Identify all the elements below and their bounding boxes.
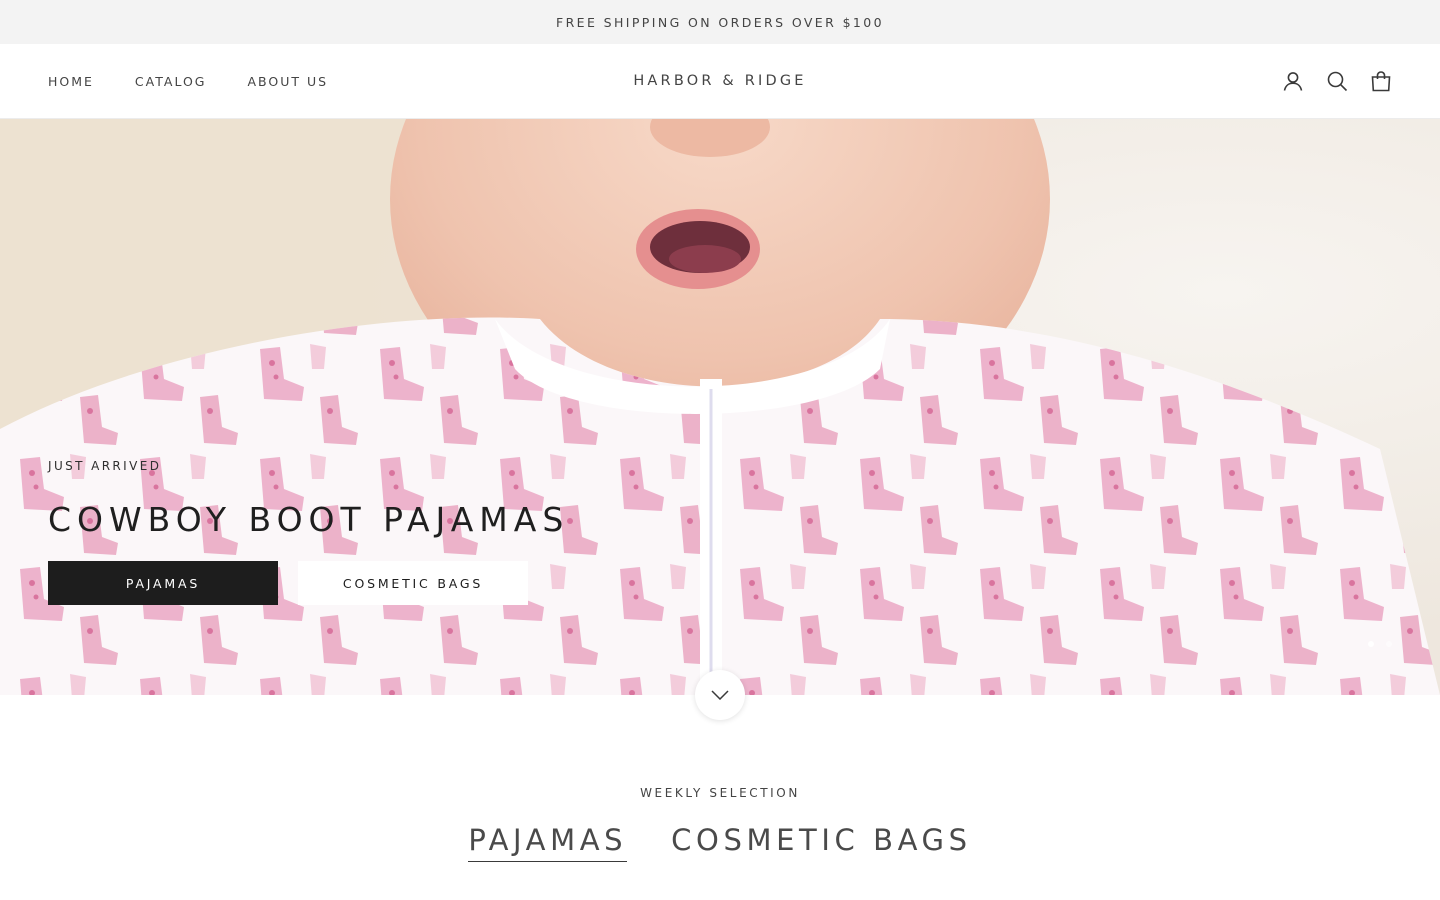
hero-buttons: PAJAMAS COSMETIC BAGS [48,561,569,605]
nav-catalog-link[interactable]: CATALOG [135,74,207,89]
slide-dot-2[interactable] [1386,641,1392,647]
tab-cosmetic-bags[interactable]: COSMETIC BAGS [671,823,971,862]
scroll-down-button[interactable] [695,670,745,720]
tab-pajamas[interactable]: PAJAMAS [468,823,628,862]
announcement-text: FREE SHIPPING ON ORDERS OVER $100 [556,14,884,30]
search-icon[interactable] [1326,70,1348,92]
hero-image [0,119,1440,695]
nav-home-link[interactable]: HOME [48,74,94,89]
announcement-bar: FREE SHIPPING ON ORDERS OVER $100 [0,0,1440,44]
collection-tabs: PAJAMAS COSMETIC BAGS [0,823,1440,862]
slide-dot-1[interactable] [1368,641,1374,647]
main-nav: HOME CATALOG ABOUT US [48,44,369,118]
nav-about-link[interactable]: ABOUT US [248,74,329,89]
site-header: HOME CATALOG ABOUT US HARBOR & RIDGE [0,44,1440,119]
hero-subheading: JUST ARRIVED [48,459,162,473]
header-actions [1282,44,1392,118]
store-logo[interactable]: HARBOR & RIDGE [633,73,806,89]
pajamas-button[interactable]: PAJAMAS [48,561,278,605]
chevron-down-icon [711,690,729,700]
slide-dots [1368,641,1392,647]
cosmetic-bags-button[interactable]: COSMETIC BAGS [298,561,528,605]
hero-slideshow: JUST ARRIVED COWBOY BOOT PAJAMAS PAJAMAS… [0,119,1440,695]
collection-subheading: WEEKLY SELECTION [640,786,800,800]
hero-content: JUST ARRIVED COWBOY BOOT PAJAMAS PAJAMAS… [48,459,569,605]
hero-title: COWBOY BOOT PAJAMAS [48,500,570,539]
cart-icon[interactable] [1370,70,1392,92]
account-icon[interactable] [1282,70,1304,92]
